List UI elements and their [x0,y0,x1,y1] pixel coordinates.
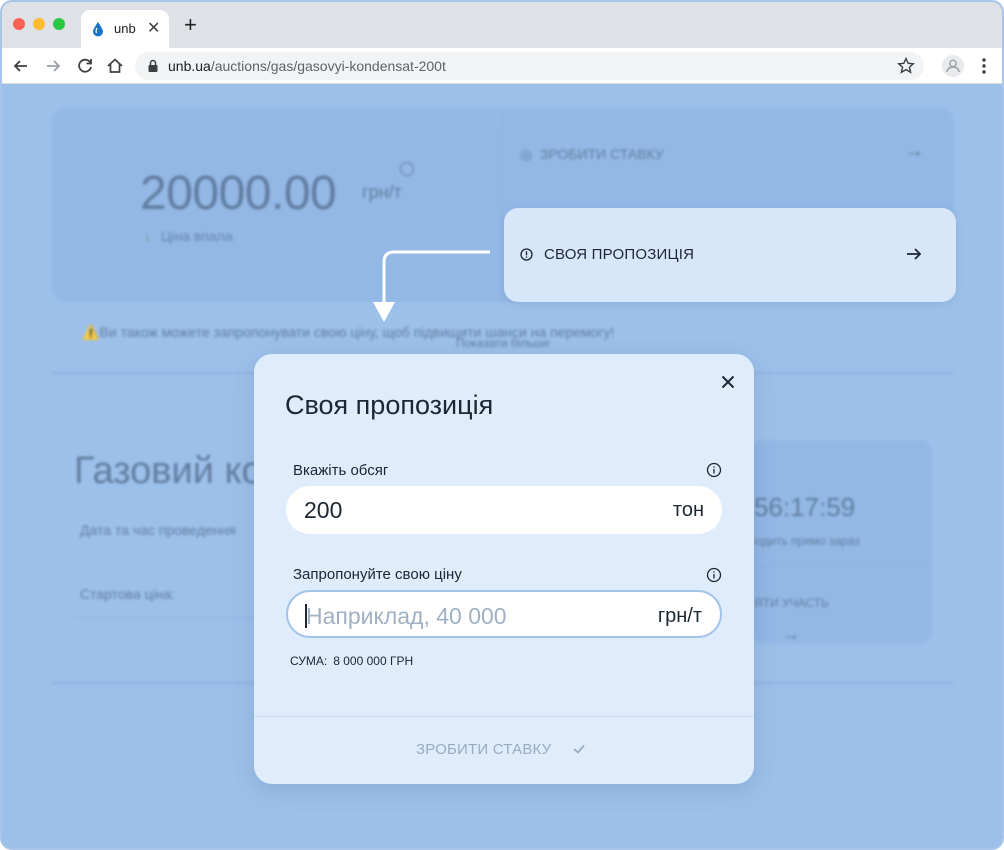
right-arrow-icon [907,248,922,260]
check-icon [573,744,585,754]
address-bar[interactable]: unb.ua/auctions/gas/gasovyi-kondensat-20… [135,52,924,80]
price-label: Запропонуйте свою ціну [293,566,462,583]
sum-summary: СУМА: 8 000 000 ГРН [290,654,413,668]
lock-icon [148,59,158,72]
make-bid-option: ◎ ЗРОБИТИ СТАВКУ [520,146,664,162]
url-path: /auctions/gas/gasovyi-kondensat-200t [210,58,446,74]
own-offer-option[interactable]: СВОЯ ПРОПОЗИЦІЯ [504,208,956,302]
price-unit: грн/т [657,605,702,627]
own-offer-label: СВОЯ ПРОПОЗИЦІЯ [544,246,695,263]
make-bid-label: ЗРОБИТИ СТАВКУ [540,146,664,162]
right-arrow-icon: → [904,140,924,162]
join-arrow-icon: → [782,624,800,644]
volume-unit: тон [672,499,704,521]
url-host: unb.ua [168,58,211,74]
drop-icon [93,22,103,37]
maximize-window-button[interactable] [53,18,65,30]
volume-label: Вкажіть обсяг [293,462,389,479]
alert-circle-icon [520,248,533,261]
current-price-unit: грн/т [362,182,402,202]
info-icon[interactable] [706,462,722,478]
browser-toolbar: unb.ua/auctions/gas/gasovyi-kondensat-20… [2,48,1002,84]
forward-arrow-icon[interactable] [42,55,64,77]
card-divider [502,108,503,302]
timer-divider [752,566,932,567]
timer-caption: ходить прямо зараз [750,534,860,548]
volume-input[interactable]: 200 тон [286,486,722,534]
reload-icon[interactable] [74,55,96,77]
new-tab-button[interactable]: + [184,14,197,36]
sum-label: СУМА: [290,654,328,668]
volume-value: 200 [304,497,343,523]
price-status-text: Ціна впала [161,228,233,244]
browser-tab[interactable]: unb ✕ [81,10,169,48]
home-icon[interactable] [104,55,126,77]
down-arrow-icon: ↓ [144,228,151,244]
lot-title: Газовий ко [74,450,263,492]
price-status: ↓ Ціна впала [144,228,233,244]
current-price: 20000.00 [140,167,337,220]
info-icon[interactable] [706,567,722,583]
join-label: ЯТИ УЧАСТЬ [754,596,829,610]
close-window-button[interactable] [13,18,25,30]
submit-bid-button[interactable]: ЗРОБИТИ СТАВКУ [416,741,551,758]
bookmark-star-icon[interactable] [896,56,916,76]
modal-title: Своя пропозиція [285,390,494,420]
profile-avatar-icon[interactable] [942,55,964,77]
url-text: unb.ua/auctions/gas/gasovyi-kondensat-20… [168,58,446,74]
lot-start-price-label: Стартова ціна: [80,586,176,602]
back-arrow-icon[interactable] [10,55,32,77]
minimize-window-button[interactable] [33,18,45,30]
own-offer-modal: Своя пропозиція Вкажіть обсяг 200 тон За… [254,354,754,784]
tab-bar: unb ✕ + [2,2,1002,48]
tab-title: unb [114,21,136,36]
lot-date-label: Дата та час проведення [80,522,236,538]
pointer-arrow-icon [373,250,490,322]
sum-value: 8 000 000 ГРН [333,654,414,668]
more-menu-icon[interactable] [974,55,994,77]
timer: 56:17:59 [754,492,856,522]
info-icon [400,162,414,176]
modal-footer: ЗРОБИТИ СТАВКУ [254,716,754,784]
close-icon[interactable] [720,374,736,390]
show-more-link: Показати більше [456,336,550,350]
tab-close-icon[interactable]: ✕ [147,18,160,38]
price-input[interactable]: Наприклад, 40 000 грн/т [286,590,722,638]
browser-window: unb ✕ + unb.ua/auctions/gas/gasovyi-kond… [0,0,1004,850]
page-overlay[interactable]: 20000.00 грн/т ↓ Ціна впала ◎ ЗРОБИТИ СТА… [2,84,1002,848]
price-placeholder: Наприклад, 40 000 [306,603,507,629]
timer-card: 56:17:59 ходить прямо зараз ЯТИ УЧАСТЬ → [750,440,932,644]
